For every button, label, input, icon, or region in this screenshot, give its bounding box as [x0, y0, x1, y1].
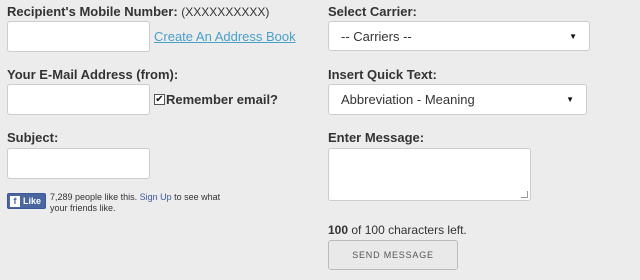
quick-text-selected-value: Abbreviation - Meaning	[341, 92, 475, 107]
recipient-label: Recipient's Mobile Number: (XXXXXXXXXX)	[7, 4, 270, 19]
chars-remaining: 100	[328, 223, 349, 237]
facebook-like-text: 7,289 people like this. Sign Up to see w…	[50, 192, 221, 213]
facebook-like-button[interactable]: f Like	[7, 193, 47, 209]
remember-email: ✔ Remember email?	[154, 92, 278, 107]
resize-handle-icon[interactable]	[521, 191, 528, 198]
carrier-selected-value: -- Carriers --	[341, 28, 412, 44]
subject-label: Subject:	[7, 130, 59, 145]
chevron-down-icon: ▼	[566, 95, 574, 104]
email-input[interactable]	[7, 84, 150, 115]
subject-input[interactable]	[7, 148, 150, 179]
quick-text-label: Insert Quick Text:	[328, 67, 437, 82]
chevron-down-icon: ▼	[569, 31, 577, 41]
remember-email-label: Remember email?	[166, 92, 278, 107]
facebook-like-label: Like	[23, 196, 42, 206]
facebook-like-widget: f Like 7,289 people like this. Sign Up t…	[7, 192, 230, 214]
email-label: Your E-Mail Address (from):	[7, 67, 179, 82]
chars-suffix: of 100 characters left.	[351, 223, 467, 237]
facebook-icon: f	[10, 195, 20, 207]
create-address-book-link[interactable]: Create An Address Book	[154, 29, 296, 44]
send-message-button[interactable]: SEND MESSAGE	[328, 240, 458, 270]
recipient-mobile-input[interactable]	[7, 21, 150, 52]
quick-text-select[interactable]: Abbreviation - Meaning ▼	[328, 84, 587, 115]
message-textarea[interactable]	[328, 148, 531, 201]
carrier-label: Select Carrier:	[328, 4, 417, 19]
recipient-hint: (XXXXXXXXXX)	[181, 5, 270, 19]
facebook-signup-link[interactable]: Sign Up	[140, 192, 172, 202]
character-counter: 100 of 100 characters left.	[328, 223, 467, 237]
carrier-select[interactable]: -- Carriers -- ▼	[328, 21, 590, 51]
message-label: Enter Message:	[328, 130, 425, 145]
remember-email-checkbox[interactable]: ✔	[154, 94, 165, 105]
